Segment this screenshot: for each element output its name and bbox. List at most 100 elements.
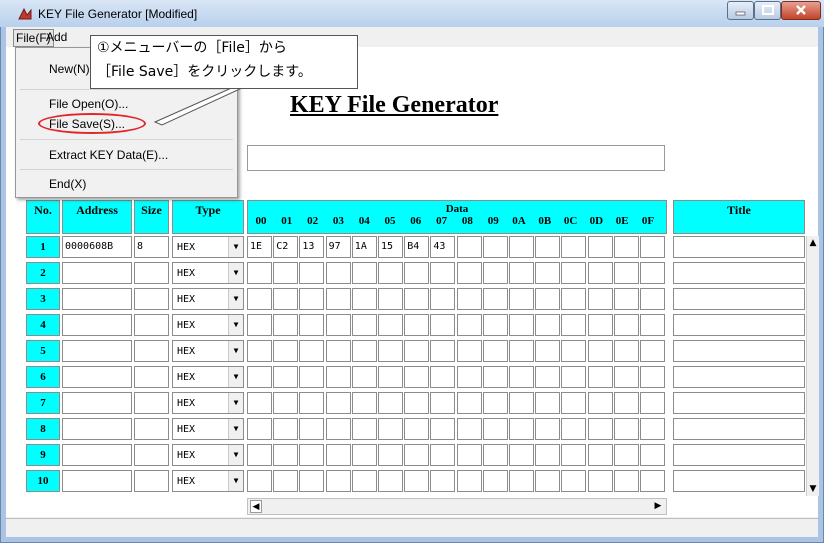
- data-byte-cell[interactable]: [273, 392, 299, 414]
- data-byte-cell[interactable]: [325, 444, 351, 466]
- data-byte-cell[interactable]: 13: [299, 236, 325, 258]
- data-byte-cell[interactable]: [273, 470, 299, 492]
- data-byte-cell[interactable]: [430, 288, 456, 310]
- data-byte-cell[interactable]: [640, 236, 665, 258]
- data-byte-cell[interactable]: [247, 418, 272, 440]
- menu-item-new[interactable]: New(N): [49, 62, 90, 76]
- type-select[interactable]: HEX ▼: [172, 470, 244, 492]
- data-byte-cell[interactable]: [561, 392, 587, 414]
- data-byte-cell[interactable]: [430, 340, 456, 362]
- data-byte-cell[interactable]: [482, 236, 508, 258]
- size-field[interactable]: [134, 288, 169, 310]
- data-byte-cell[interactable]: [509, 236, 534, 258]
- size-field[interactable]: [134, 444, 169, 466]
- data-byte-cell[interactable]: [456, 366, 482, 388]
- data-byte-cell[interactable]: [378, 366, 403, 388]
- data-byte-cell[interactable]: [404, 470, 430, 492]
- address-field[interactable]: 0000608B: [62, 236, 132, 258]
- vertical-scrollbar[interactable]: ▲ ▼: [806, 236, 819, 496]
- data-byte-cell[interactable]: [561, 340, 587, 362]
- title-field[interactable]: [673, 314, 805, 336]
- data-byte-cell[interactable]: [378, 392, 403, 414]
- data-byte-cell[interactable]: 15: [378, 236, 403, 258]
- title-field[interactable]: [673, 236, 805, 258]
- data-byte-cell[interactable]: [351, 288, 377, 310]
- data-byte-cell[interactable]: [535, 444, 561, 466]
- data-byte-cell[interactable]: [456, 418, 482, 440]
- address-field[interactable]: [62, 314, 132, 336]
- data-byte-cell[interactable]: [613, 340, 639, 362]
- data-byte-cell[interactable]: [378, 288, 403, 310]
- data-byte-cell[interactable]: [325, 288, 351, 310]
- scroll-left-icon[interactable]: ◀: [250, 500, 262, 513]
- data-byte-cell[interactable]: [587, 444, 613, 466]
- data-byte-cell[interactable]: [482, 288, 508, 310]
- menu-item-file-open[interactable]: File Open(O)...: [49, 97, 128, 111]
- data-byte-cell[interactable]: [587, 392, 613, 414]
- title-field[interactable]: [673, 366, 805, 388]
- size-field[interactable]: [134, 262, 169, 284]
- data-byte-cell[interactable]: [325, 314, 351, 336]
- scroll-down-icon[interactable]: ▼: [808, 482, 818, 496]
- size-field[interactable]: [134, 470, 169, 492]
- data-byte-cell[interactable]: 97: [325, 236, 351, 258]
- minimize-button[interactable]: [727, 1, 754, 20]
- file-title-input[interactable]: [247, 145, 665, 171]
- address-field[interactable]: [62, 340, 132, 362]
- data-byte-cell[interactable]: [273, 262, 299, 284]
- title-field[interactable]: [673, 418, 805, 440]
- data-byte-cell[interactable]: [613, 392, 639, 414]
- dropdown-arrow-icon[interactable]: ▼: [228, 367, 243, 387]
- data-byte-cell[interactable]: [640, 470, 665, 492]
- data-byte-cell[interactable]: [482, 314, 508, 336]
- data-byte-cell[interactable]: [247, 392, 272, 414]
- data-byte-cell[interactable]: [482, 366, 508, 388]
- address-field[interactable]: [62, 392, 132, 414]
- data-byte-cell[interactable]: [535, 418, 561, 440]
- data-byte-cell[interactable]: [535, 340, 561, 362]
- data-byte-cell[interactable]: [247, 340, 272, 362]
- data-byte-cell[interactable]: [378, 470, 403, 492]
- data-byte-cell[interactable]: [535, 470, 561, 492]
- data-byte-cell[interactable]: [325, 418, 351, 440]
- data-byte-cell[interactable]: [430, 262, 456, 284]
- data-byte-cell[interactable]: [561, 444, 587, 466]
- data-byte-cell[interactable]: [404, 262, 430, 284]
- title-field[interactable]: [673, 340, 805, 362]
- size-field[interactable]: [134, 314, 169, 336]
- data-byte-cell[interactable]: [299, 418, 325, 440]
- address-field[interactable]: [62, 418, 132, 440]
- data-byte-cell[interactable]: [378, 418, 403, 440]
- data-byte-cell[interactable]: [404, 340, 430, 362]
- data-byte-cell[interactable]: [482, 444, 508, 466]
- data-byte-cell[interactable]: [482, 262, 508, 284]
- data-byte-cell[interactable]: [273, 418, 299, 440]
- data-byte-cell[interactable]: [273, 366, 299, 388]
- type-select[interactable]: HEX ▼: [172, 418, 244, 440]
- data-byte-cell[interactable]: [613, 366, 639, 388]
- data-byte-cell[interactable]: [299, 340, 325, 362]
- data-byte-cell[interactable]: [640, 314, 665, 336]
- data-byte-cell[interactable]: [509, 340, 534, 362]
- data-byte-cell[interactable]: [404, 288, 430, 310]
- data-byte-cell[interactable]: [482, 470, 508, 492]
- data-byte-cell[interactable]: [640, 288, 665, 310]
- data-byte-cell[interactable]: [509, 314, 534, 336]
- data-byte-cell[interactable]: [351, 340, 377, 362]
- data-byte-cell[interactable]: [587, 236, 613, 258]
- data-byte-cell[interactable]: [430, 366, 456, 388]
- data-byte-cell[interactable]: [299, 444, 325, 466]
- data-byte-cell[interactable]: [378, 444, 403, 466]
- data-byte-cell[interactable]: [456, 236, 482, 258]
- data-byte-cell[interactable]: [509, 288, 534, 310]
- data-byte-cell[interactable]: [509, 418, 534, 440]
- scroll-up-icon[interactable]: ▲: [808, 236, 818, 250]
- data-byte-cell[interactable]: [456, 340, 482, 362]
- data-byte-cell[interactable]: [587, 418, 613, 440]
- data-byte-cell[interactable]: [613, 470, 639, 492]
- data-byte-cell[interactable]: [351, 314, 377, 336]
- data-byte-cell[interactable]: [299, 366, 325, 388]
- data-byte-cell[interactable]: [509, 392, 534, 414]
- horizontal-scrollbar[interactable]: ◀ ▶: [247, 498, 667, 515]
- data-byte-cell[interactable]: [587, 288, 613, 310]
